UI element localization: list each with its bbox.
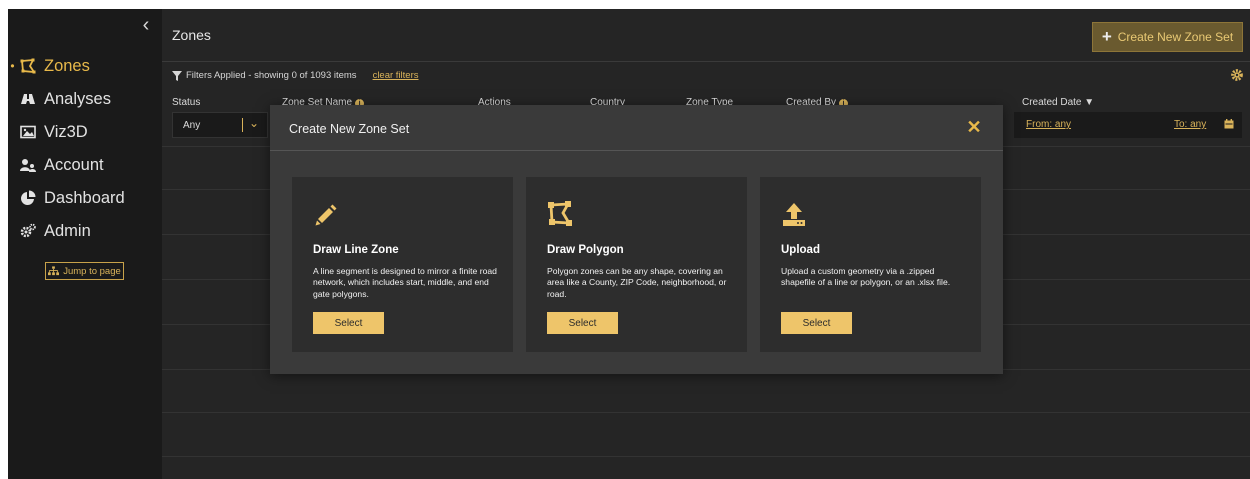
sidebar-item-label: Account xyxy=(44,155,104,174)
option-title: Draw Line Zone xyxy=(313,244,399,256)
jump-to-page-label: Jump to page xyxy=(63,265,121,277)
option-card-upload: Upload Upload a custom geometry via a .z… xyxy=(760,177,981,352)
polygon-icon xyxy=(548,201,572,226)
create-button-label: Create New Zone Set xyxy=(1117,30,1234,44)
top-bar: Zones + Create New Zone Set xyxy=(162,9,1250,62)
column-header-created-date[interactable]: Created Date ▼ xyxy=(1022,97,1094,108)
sidebar-item-label: Viz3D xyxy=(44,122,88,141)
upload-icon xyxy=(783,203,805,226)
sitemap-icon xyxy=(48,266,60,276)
sidebar-item-account[interactable]: Account xyxy=(8,150,162,180)
calendar-icon[interactable] xyxy=(1224,119,1234,129)
filter-summary: Filters Applied - showing 0 of 1093 item… xyxy=(172,70,419,81)
pencil-icon xyxy=(315,204,337,226)
binoculars-icon xyxy=(18,90,38,108)
sidebar-item-admin[interactable]: Admin xyxy=(8,216,162,246)
sidebar-item-dashboard[interactable]: Dashboard xyxy=(8,183,162,213)
collapse-sidebar-icon[interactable]: ‹ xyxy=(136,15,156,37)
created-date-filter: From: any To: any xyxy=(1014,112,1242,138)
status-filter-select[interactable]: Any ⌄ xyxy=(172,112,268,138)
select-draw-line-zone-button[interactable]: Select xyxy=(313,312,384,334)
select-draw-polygon-button[interactable]: Select xyxy=(547,312,618,334)
option-card-draw-line-zone: Draw Line Zone A line segment is designe… xyxy=(292,177,513,352)
status-filter-value: Any xyxy=(183,119,201,131)
option-title: Upload xyxy=(781,244,820,256)
table-row-divider xyxy=(162,456,1250,457)
create-new-zone-set-button[interactable]: + Create New Zone Set xyxy=(1092,22,1243,52)
gears-icon xyxy=(18,222,38,240)
active-indicator: • xyxy=(10,59,15,73)
chevron-down-icon: ⌄ xyxy=(249,116,260,130)
select-upload-button[interactable]: Select xyxy=(781,312,852,334)
create-zone-set-modal: Create New Zone Set ✕ Draw Line Zone A l… xyxy=(270,105,1003,374)
image-icon xyxy=(18,123,38,141)
date-from-link[interactable]: From: any xyxy=(1026,119,1071,130)
users-icon xyxy=(18,156,38,174)
option-card-draw-polygon: Draw Polygon Polygon zones can be any sh… xyxy=(526,177,747,352)
modal-header: Create New Zone Set ✕ xyxy=(270,105,1003,151)
select-separator xyxy=(242,118,243,132)
sidebar-item-viz3d[interactable]: Viz3D xyxy=(8,117,162,147)
sidebar-item-analyses[interactable]: Analyses xyxy=(8,84,162,114)
zone-polygon-icon xyxy=(18,57,38,75)
sidebar-item-label: Analyses xyxy=(44,89,111,108)
sidebar-item-zones[interactable]: • Zones xyxy=(8,51,162,81)
option-title: Draw Polygon xyxy=(547,244,624,256)
settings-gear-icon[interactable] xyxy=(1230,68,1244,82)
column-header-status[interactable]: Status xyxy=(172,97,200,108)
option-description: Upload a custom geometry via a .zipped s… xyxy=(781,266,951,288)
jump-to-page-button[interactable]: Jump to page xyxy=(45,262,124,280)
sidebar: ‹ • Zones Analyses Viz3D Account Dashboa… xyxy=(8,9,162,479)
sidebar-item-label: Admin xyxy=(44,221,91,240)
filter-icon xyxy=(172,70,182,81)
close-icon[interactable]: ✕ xyxy=(965,118,983,136)
sidebar-item-label: Dashboard xyxy=(44,188,125,207)
date-to-link[interactable]: To: any xyxy=(1174,119,1206,130)
clear-filters-link[interactable]: clear filters xyxy=(373,70,419,81)
sidebar-item-label: Zones xyxy=(44,56,90,75)
filter-summary-text: Filters Applied - showing 0 of 1093 item… xyxy=(186,70,357,81)
app-window: ‹ • Zones Analyses Viz3D Account Dashboa… xyxy=(8,9,1250,479)
option-description: A line segment is designed to mirror a f… xyxy=(313,266,497,299)
modal-title: Create New Zone Set xyxy=(289,122,410,136)
plus-icon: + xyxy=(1101,26,1112,46)
table-row-divider xyxy=(162,412,1250,413)
page-title: Zones xyxy=(172,27,211,43)
option-description: Polygon zones can be any shape, covering… xyxy=(547,266,727,299)
pie-chart-icon xyxy=(18,189,38,207)
